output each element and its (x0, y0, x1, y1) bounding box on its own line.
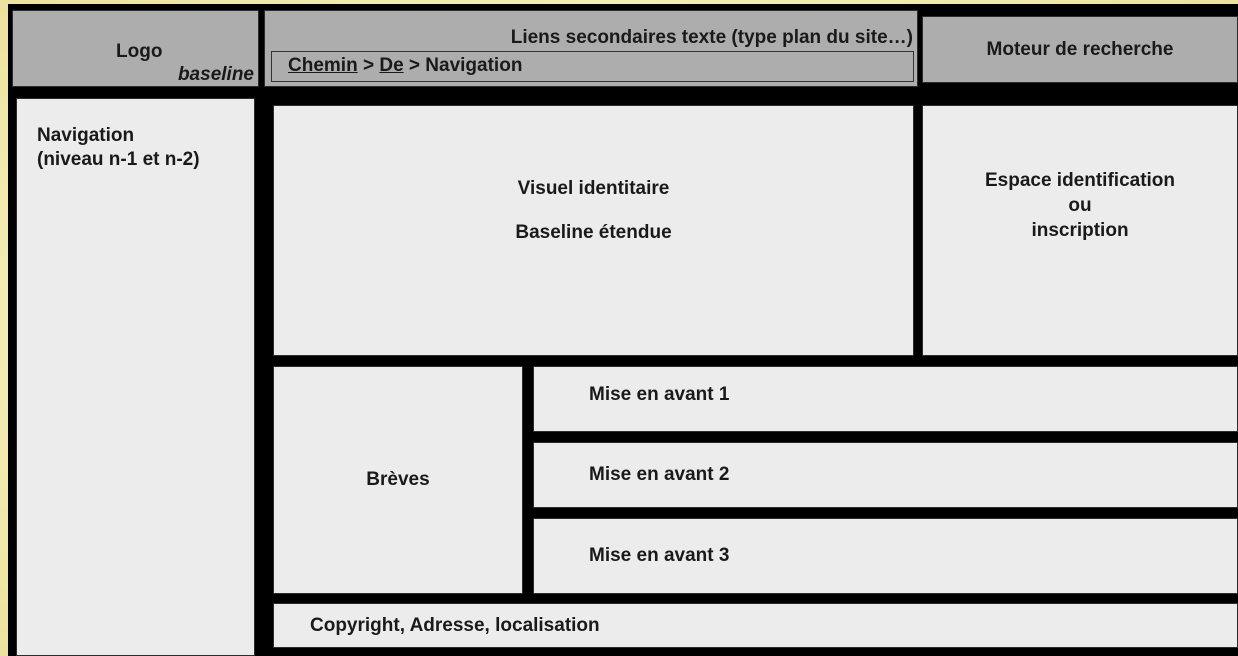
extended-baseline-label: Baseline étendue (515, 221, 672, 243)
footer: Copyright, Adresse, localisation (273, 603, 1238, 648)
page-background: Logo baseline Liens secondaires texte (t… (0, 0, 1238, 656)
signup-label: inscription (1031, 220, 1129, 241)
search-engine-label: Moteur de recherche (986, 38, 1174, 60)
news-block[interactable]: Brèves (273, 366, 523, 594)
login-or-label: ou (1068, 195, 1092, 216)
search-engine-area[interactable]: Moteur de recherche (922, 16, 1238, 83)
visual-identity-block: Visuel identitaire Baseline étendue (273, 105, 914, 356)
featured-item-label: Mise en avant 3 (589, 545, 730, 566)
breadcrumb-item-de[interactable]: De (379, 55, 403, 76)
login-label: Espace identification (984, 170, 1176, 191)
visual-identity-label: Visuel identitaire (517, 177, 670, 199)
news-label: Brèves (366, 469, 430, 490)
featured-item-3[interactable]: Mise en avant 3 (533, 518, 1238, 594)
sidebar-title: Navigation (37, 125, 135, 146)
secondary-links-label[interactable]: Liens secondaires texte (type plan du si… (511, 27, 913, 49)
featured-item-1[interactable]: Mise en avant 1 (533, 366, 1238, 432)
baseline-label: baseline (177, 64, 254, 85)
logo-label: Logo (116, 41, 163, 62)
breadcrumb-item-navigation: Navigation (425, 55, 523, 76)
secondary-links-area: Liens secondaires texte (type plan du si… (264, 10, 918, 87)
wireframe-frame: Logo baseline Liens secondaires texte (t… (8, 4, 1238, 656)
breadcrumb-item-chemin[interactable]: Chemin (288, 55, 358, 76)
breadcrumb-separator: > (357, 55, 380, 76)
sidebar-subtitle: (niveau n-1 et n-2) (37, 149, 200, 170)
breadcrumb-separator: > (403, 55, 426, 76)
featured-item-2[interactable]: Mise en avant 2 (533, 442, 1238, 508)
login-area[interactable]: Espace identification ou inscription (922, 105, 1238, 356)
footer-label: Copyright, Adresse, localisation (310, 614, 600, 636)
breadcrumb: Chemin > De > Navigation (271, 51, 914, 82)
featured-item-label: Mise en avant 2 (589, 464, 730, 485)
logo-area[interactable]: Logo baseline (12, 10, 259, 87)
featured-item-label: Mise en avant 1 (589, 384, 730, 405)
sidebar-navigation[interactable]: Navigation (niveau n-1 et n-2) (16, 98, 255, 656)
